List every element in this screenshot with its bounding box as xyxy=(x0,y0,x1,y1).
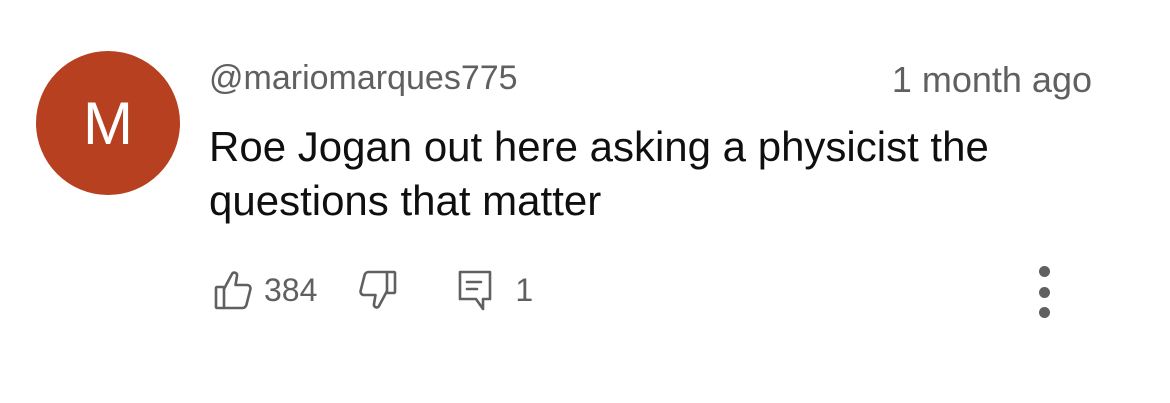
comment-card: M @mariomarques775 1 month ago Roe Jogan… xyxy=(0,0,1170,403)
comment-author[interactable]: @mariomarques775 xyxy=(209,56,518,100)
comment-timestamp[interactable]: 1 month ago xyxy=(892,58,1092,102)
reply-count: 1 xyxy=(515,272,534,308)
more-vertical-icon xyxy=(1038,266,1050,277)
like-button[interactable]: 384 xyxy=(214,266,317,314)
comment-icon xyxy=(457,268,493,312)
avatar-initial: M xyxy=(83,89,133,157)
thumb-up-icon xyxy=(214,269,252,311)
comment-actions: 384 1 xyxy=(214,266,533,314)
dislike-button[interactable] xyxy=(359,269,397,311)
more-options-button[interactable] xyxy=(1026,260,1062,324)
thumb-down-icon xyxy=(359,269,397,311)
like-count: 384 xyxy=(264,272,318,308)
reply-button[interactable]: 1 xyxy=(457,266,533,314)
comment-text: Roe Jogan out here asking a physicist th… xyxy=(209,123,989,224)
avatar[interactable]: M xyxy=(36,51,180,195)
